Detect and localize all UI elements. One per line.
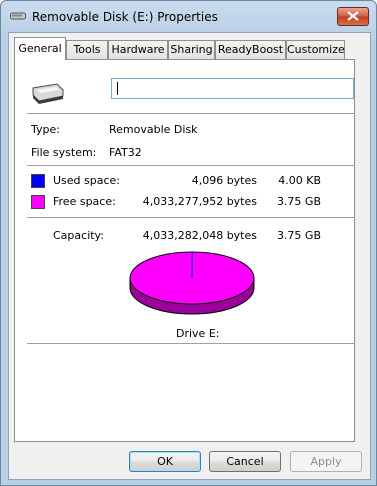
used-space-label: Used space: (53, 174, 121, 187)
text-caret (117, 82, 118, 95)
drive-name-input[interactable] (111, 78, 354, 99)
free-space-swatch (31, 195, 45, 209)
free-space-bytes: 4,033,277,952 bytes (142, 195, 257, 208)
separator (27, 165, 355, 166)
file-system-value: FAT32 (109, 146, 142, 159)
disk-usage-pie-chart (129, 251, 255, 315)
removable-drive-icon (10, 12, 26, 20)
separator (27, 217, 355, 218)
general-tab-panel: Type: Removable Disk File system: FAT32 … (14, 59, 355, 442)
tab-tools[interactable]: Tools (66, 40, 108, 59)
window-title: Removable Disk (E:) Properties (32, 10, 218, 24)
drive-label: Drive E: (176, 327, 220, 340)
used-space-bytes: 4,096 bytes (191, 174, 257, 187)
tab-general[interactable]: General (14, 37, 66, 60)
type-value: Removable Disk (109, 123, 198, 136)
file-system-label: File system: (31, 146, 97, 159)
removable-drive-icon (32, 83, 64, 104)
ok-button[interactable]: OK (129, 451, 201, 472)
separator (27, 113, 355, 114)
properties-window: Removable Disk (E:) Properties General T… (0, 0, 377, 486)
tab-hardware[interactable]: Hardware (108, 40, 168, 59)
close-button[interactable] (337, 7, 369, 26)
free-space-label: Free space: (53, 195, 116, 208)
free-space-size: 3.75 GB (276, 195, 321, 208)
dialog-client-area: General Tools Hardware Sharing ReadyBoos… (8, 32, 371, 480)
used-space-size: 4.00 KB (278, 174, 321, 187)
close-icon (347, 11, 359, 21)
used-space-swatch (31, 174, 45, 188)
tab-sharing[interactable]: Sharing (168, 40, 215, 59)
title-bar[interactable]: Removable Disk (E:) Properties (1, 1, 376, 31)
type-label: Type: (31, 123, 60, 136)
tab-readyboost[interactable]: ReadyBoost (215, 40, 286, 59)
tab-customize[interactable]: Customize (286, 40, 345, 59)
capacity-bytes: 4,033,282,048 bytes (142, 229, 257, 242)
capacity-label: Capacity: (53, 229, 104, 242)
cancel-button[interactable]: Cancel (209, 451, 281, 472)
apply-button[interactable]: Apply (290, 451, 362, 472)
separator (27, 343, 355, 344)
capacity-size: 3.75 GB (276, 229, 321, 242)
